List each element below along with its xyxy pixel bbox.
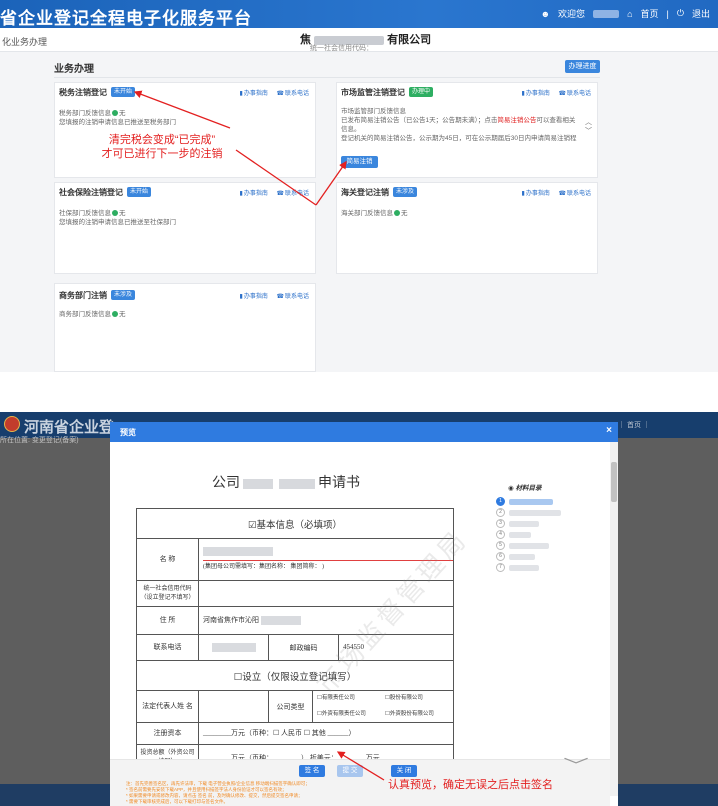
top-screenshot: 省企业登记全程电子化服务平台 ☻ 欢迎您 ⌂ 首页 | ⏻ 退出 化业务办理 焦… (0, 0, 718, 372)
annotation-arrow-sign (336, 751, 385, 781)
annotation-text: 清完税会变成“已完成” 才可已进行下一步的注销 (101, 134, 223, 160)
annotation-text-sign: 认真预览，确定无误之后点击签名 (388, 779, 553, 791)
bottom-screenshot: 河南省企业登 ｜ 首页 ｜ 所在位置: 变更登记(备案) 预览 × 公司 申请书 … (0, 412, 718, 806)
annotation-arrows (133, 90, 347, 206)
arrow-to-status (133, 90, 231, 129)
arrow-to-easy-button (315, 160, 347, 206)
arrow-line (235, 149, 317, 206)
arrow-to-sign (336, 751, 385, 781)
